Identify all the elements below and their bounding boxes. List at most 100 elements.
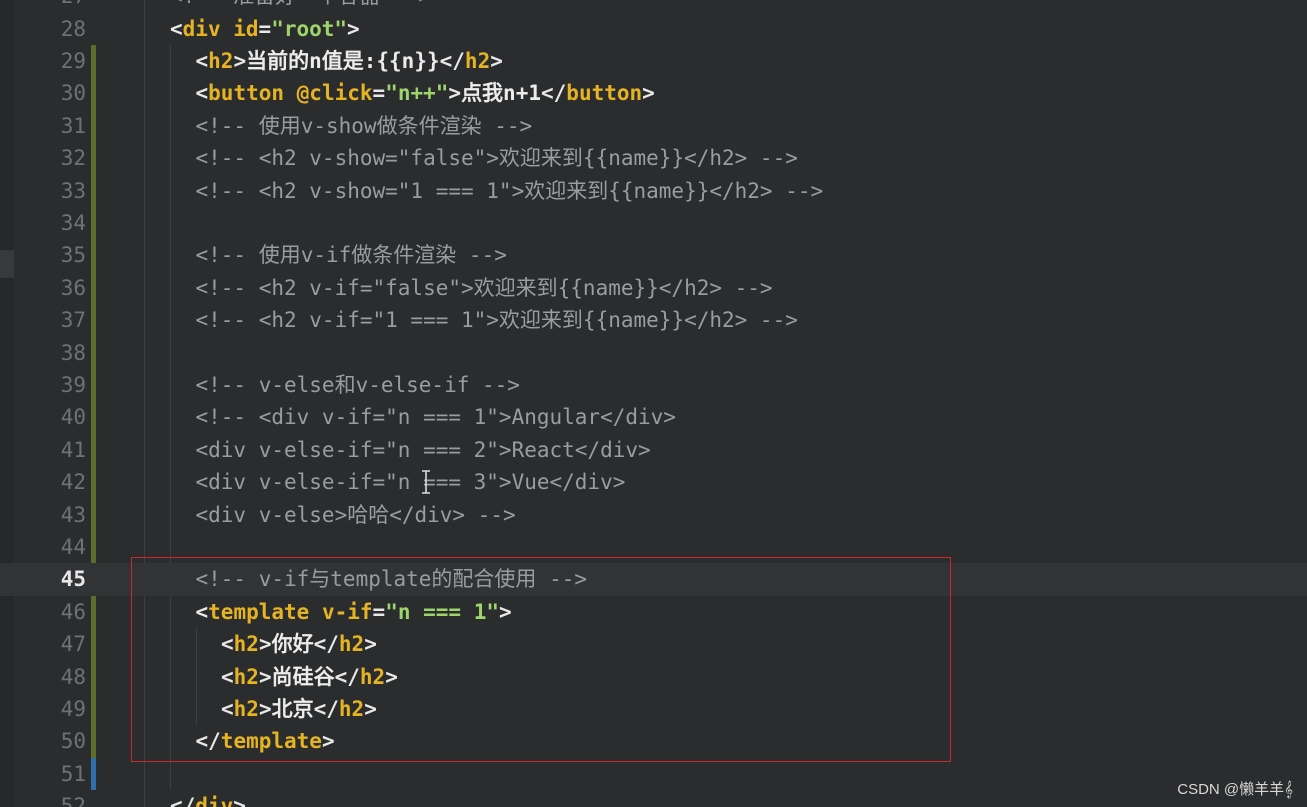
code-token: = [372, 81, 386, 106]
line-number: 44 [60, 534, 86, 559]
code-token: "n++" [385, 81, 449, 106]
line-number: 51 [60, 761, 86, 786]
code-token: </ [541, 81, 567, 106]
line-number: 49 [60, 696, 86, 721]
code-token: > [490, 48, 503, 73]
code-token: button [208, 81, 285, 106]
line-number: 46 [60, 599, 86, 624]
line-number: 43 [60, 502, 86, 527]
code-token: = [258, 16, 272, 41]
code-line[interactable]: 40 <!-- <div v-if="n === 1">Angular</div> [0, 401, 1307, 433]
line-number: 50 [60, 729, 86, 754]
line-number: 30 [60, 81, 86, 106]
code-line[interactable]: 37 <!-- <h2 v-if="1 === 1">欢迎来到{{name}}</… [0, 304, 1307, 336]
code-token: <!-- 使用v-show做条件渲染 --> [195, 113, 533, 138]
code-token: <!-- <h2 v-if="1 === 1">欢迎来到{{name}}</h2… [195, 308, 798, 333]
code-line[interactable]: 42 <div v-else-if="n === 3">Vue</div> [0, 466, 1307, 498]
code-token: h2 [464, 48, 491, 73]
line-number: 36 [60, 275, 86, 300]
code-line[interactable]: 27 <!-- 准备好一个容器 --> [0, 0, 1307, 13]
code-token: < [195, 48, 209, 73]
code-line[interactable]: 35 <!-- 使用v-if做条件渲染 --> [0, 239, 1307, 271]
code-line[interactable]: 28 <div id="root"> [0, 13, 1307, 45]
code-token: h2 [208, 48, 234, 73]
code-editor[interactable]: 27<!-- 准备好一个容器 -->28<div id="root">29<h2… [0, 0, 1307, 807]
line-number: 32 [60, 146, 86, 171]
text-cursor-icon [422, 470, 430, 494]
watermark: CSDN @懒羊羊𝄞 [1177, 781, 1293, 798]
code-line[interactable]: 43 <div v-else>哈哈</div> --> [0, 499, 1307, 531]
code-text: <!-- <h2 v-if="false">欢迎来到{{name}}</h2> … [196, 272, 773, 304]
line-number: 42 [60, 470, 86, 495]
code-token: <!-- v-else和v-else-if --> [195, 372, 520, 397]
code-token: <div v-else>哈哈</div> --> [195, 502, 516, 527]
code-token: div [182, 16, 221, 41]
line-number: 47 [60, 632, 86, 657]
code-token: @click [284, 81, 373, 106]
code-text: <div v-else>哈哈</div> --> [196, 499, 516, 531]
code-token: 点我n+1 [461, 81, 541, 106]
code-token: div [195, 794, 234, 807]
code-text: <h2>当前的n值是:{{n}}</h2> [196, 45, 503, 77]
code-token: <!-- <h2 v-show="1 === 1">欢迎来到{{name}}</… [195, 178, 824, 203]
code-token: button [566, 81, 643, 106]
code-token: </ [439, 48, 465, 73]
code-text: <!-- <h2 v-if="1 === 1">欢迎来到{{name}}</h2… [196, 304, 798, 336]
code-text: <!-- <div v-if="n === 1">Angular</div> [196, 401, 676, 433]
line-number: 31 [60, 113, 86, 138]
line-number: 39 [60, 372, 86, 397]
line-number: 34 [60, 210, 86, 235]
code-line[interactable]: 39 <!-- v-else和v-else-if --> [0, 369, 1307, 401]
line-number: 52 [60, 794, 86, 807]
code-text: <!-- <h2 v-show="false">欢迎来到{{name}}</h2… [196, 142, 798, 174]
code-text: <button @click="n++">点我n+1</button> [196, 77, 655, 109]
code-token: > [347, 16, 360, 41]
code-text: <div id="root"> [170, 13, 360, 45]
code-line[interactable]: 52 </div> [0, 790, 1307, 807]
code-text: <div v-else-if="n === 2">React</div> [196, 434, 651, 466]
code-line[interactable]: 34 [0, 207, 1307, 239]
code-token: </ [170, 794, 196, 807]
code-line[interactable]: 29 <h2>当前的n值是:{{n}}</h2> [0, 45, 1307, 77]
line-number: 33 [60, 178, 86, 203]
code-line[interactable]: 32 <!-- <h2 v-show="false">欢迎来到{{name}}</… [0, 142, 1307, 174]
code-token: id [220, 16, 259, 41]
code-token: <div v-else-if="n === 2">React</div> [195, 437, 651, 462]
line-number: 48 [60, 664, 86, 689]
code-token: <!-- 使用v-if做条件渲染 --> [195, 243, 507, 268]
code-token: "root" [271, 16, 348, 41]
code-text: <!-- v-else和v-else-if --> [196, 369, 520, 401]
code-line[interactable]: 38 [0, 337, 1307, 369]
code-token: <!-- <div v-if="n === 1">Angular</div> [195, 405, 676, 430]
code-token: <!-- <h2 v-show="false">欢迎来到{{name}}</h2… [195, 146, 798, 171]
line-number: 40 [60, 405, 86, 430]
code-token: > [642, 81, 655, 106]
highlight-annotation-box [131, 557, 951, 762]
code-line[interactable]: 33 <!-- <h2 v-show="1 === 1">欢迎来到{{name}}… [0, 175, 1307, 207]
code-line[interactable]: 31 <!-- 使用v-show做条件渲染 --> [0, 110, 1307, 142]
code-token: <!-- 准备好一个容器 --> [170, 0, 431, 8]
code-line[interactable]: 51 [0, 758, 1307, 790]
code-text: </div> [170, 790, 246, 807]
code-text: <div v-else-if="n === 3">Vue</div> [196, 466, 626, 498]
code-token: < [170, 16, 183, 41]
line-number: 28 [60, 16, 86, 41]
code-token: > [233, 794, 246, 807]
line-number: 45 [60, 567, 86, 592]
code-text: <!-- 使用v-show做条件渲染 --> [196, 110, 533, 142]
line-number: 38 [60, 340, 86, 365]
code-line[interactable]: 36 <!-- <h2 v-if="false">欢迎来到{{name}}</h2… [0, 272, 1307, 304]
line-number: 27 [14, 0, 86, 13]
code-text: <!-- 准备好一个容器 --> [170, 0, 431, 13]
code-text: <!-- <h2 v-show="1 === 1">欢迎来到{{name}}</… [196, 175, 824, 207]
code-token: 当前的n值是:{{n}} [246, 48, 440, 73]
line-number: 41 [60, 437, 86, 462]
code-text: <!-- 使用v-if做条件渲染 --> [196, 239, 507, 271]
code-token: > [233, 48, 247, 73]
code-token: > [448, 81, 462, 106]
line-number: 29 [60, 48, 86, 73]
code-line[interactable]: 41 <div v-else-if="n === 2">React</div> [0, 434, 1307, 466]
code-line[interactable]: 30 <button @click="n++">点我n+1</button> [0, 77, 1307, 109]
line-number: 37 [60, 308, 86, 333]
line-number: 35 [60, 243, 86, 268]
